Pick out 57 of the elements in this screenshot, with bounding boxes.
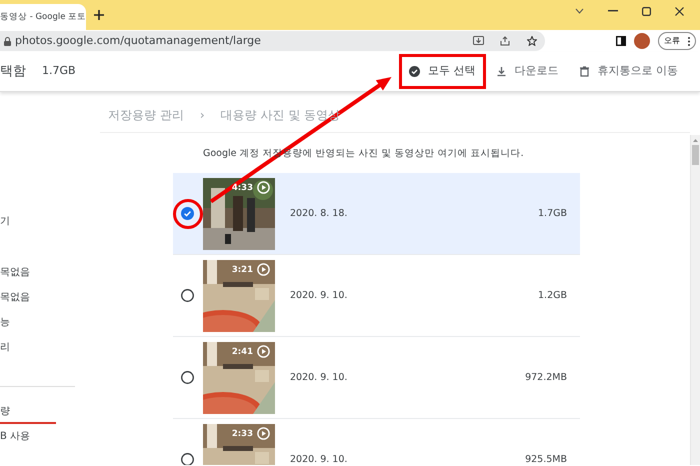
download-button[interactable]: 다운로드 [490,59,564,84]
breadcrumb-separator: › [200,107,205,124]
browser-tab[interactable]: 동영상 - Google 포토 [0,4,86,30]
profile-button[interactable]: 오류 [658,32,696,50]
date-text: 2020. 9. 10. [290,452,348,465]
avatar-icon[interactable] [634,33,650,49]
video-row[interactable]: 2:41 2020. 9. 10. 972.2MB [173,337,580,420]
video-row[interactable]: 2:33 2020. 9. 10. 925.5MB [173,419,580,465]
sidebar-item[interactable]: 기 [0,209,10,234]
scrollbar[interactable] [690,135,700,465]
address-bar[interactable]: photos.google.com/quotamanagement/large [0,31,545,51]
play-icon [257,180,270,194]
size-text: 1.7GB [538,206,567,221]
date-text: 2020. 9. 10. [290,288,348,303]
trash-icon [578,66,590,77]
install-icon[interactable] [473,36,484,46]
radio-icon[interactable] [181,371,194,384]
size-text: 1.2GB [538,288,567,303]
duration-label: 2:33 [232,428,253,440]
check-circle-icon [409,66,420,77]
size-text: 925.5MB [525,452,567,465]
video-row[interactable]: 3:21 2020. 9. 10. 1.2GB [173,255,580,338]
play-icon [257,262,270,276]
download-icon [496,66,506,77]
minimize-icon[interactable] [608,10,618,12]
sidebar-item[interactable]: 목없음 [0,285,30,310]
trash-button[interactable]: 휴지통으로 이동 [572,59,684,84]
duration-label: 3:21 [232,264,253,276]
radio-checked-icon[interactable] [181,207,194,220]
star-icon[interactable] [527,36,537,46]
new-tab-icon[interactable] [94,10,104,20]
date-text: 2020. 8. 18. [290,206,348,221]
side-panel-icon[interactable] [616,36,626,46]
play-icon [257,426,270,440]
sidebar-item[interactable]: 리 [0,335,10,360]
sidebar-item[interactable]: 량 [0,399,56,424]
date-text: 2020. 9. 10. [290,370,348,385]
duration-label: 2:41 [232,346,253,358]
share-icon[interactable] [500,36,511,46]
play-icon [257,344,270,358]
sidebar-item[interactable]: B 사용 [0,424,30,449]
selection-size: 1.7GB [42,63,76,80]
selection-label: 택함 [0,62,26,81]
highlight-ring [172,198,202,229]
sidebar-item[interactable]: 목없음 [0,260,30,285]
lock-icon [4,36,11,46]
scroll-thumb[interactable] [692,145,699,165]
size-text: 972.2MB [525,370,567,385]
radio-icon[interactable] [181,289,194,302]
chevron-icon[interactable] [575,8,584,14]
select-all-button[interactable]: 모두 선택 [403,59,482,84]
sidebar-item[interactable]: 능 [0,310,10,335]
duration-label: 4:33 [232,182,253,194]
close-icon[interactable] [675,6,684,16]
video-row[interactable]: 4:33 2020. 8. 18. 1.7GB [173,173,580,256]
maximize-icon[interactable] [642,6,651,16]
radio-icon[interactable] [181,453,194,465]
